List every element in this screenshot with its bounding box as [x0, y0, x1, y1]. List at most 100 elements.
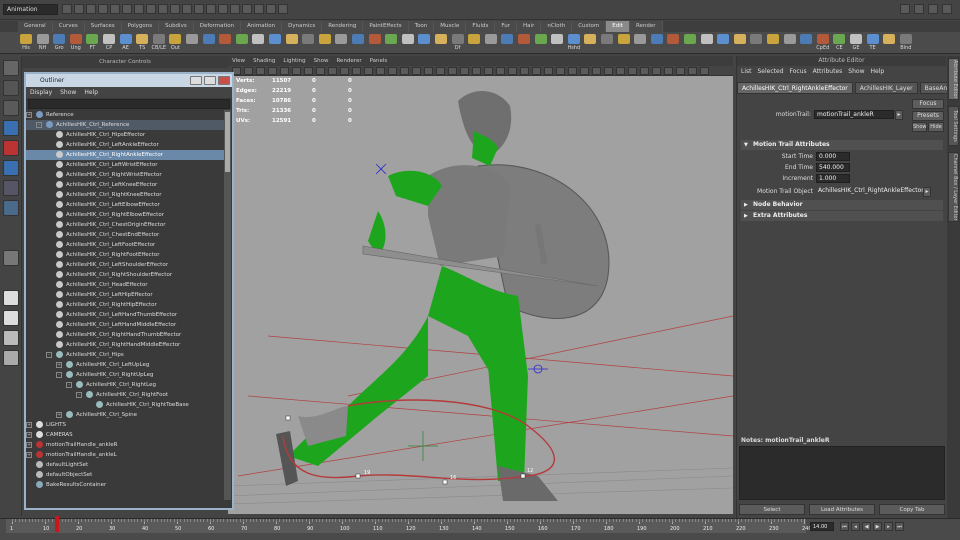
perspective-viewport[interactable]: 19 16 12 Verts: 11507 0 0 Edges: 22219 0 0 Faces…: [228, 76, 733, 514]
outliner-item[interactable]: + motionTrailHandle_ankleR: [26, 440, 224, 450]
outliner-item[interactable]: AchillesHIK_Ctrl_RightShoulderEffector: [26, 270, 224, 280]
expand-toggle-icon[interactable]: -: [66, 382, 72, 388]
viewport-tool-icon[interactable]: [580, 67, 589, 75]
shelf-button[interactable]: Hshd: [566, 34, 582, 53]
shelf-button[interactable]: [317, 34, 333, 53]
outliner-filter-field[interactable]: [28, 99, 230, 109]
outliner-item[interactable]: AchillesHIK_Ctrl_ChestOriginEffector: [26, 220, 224, 230]
time-ruler[interactable]: 1 10 20 30 40 50 60 70 80 90 100 110 120 130 140 150 160…: [6, 516, 812, 533]
viewport-tool-icon[interactable]: [628, 67, 637, 75]
viewport-tool-icon[interactable]: [508, 67, 517, 75]
status-line-icon[interactable]: [266, 4, 276, 14]
show-button[interactable]: Show: [912, 122, 927, 132]
shelf-button[interactable]: [798, 34, 814, 53]
viewport-tool-icon[interactable]: [292, 67, 301, 75]
shelf-button[interactable]: [632, 34, 648, 53]
tab-right-ankle-effector[interactable]: AchillesHIK_Ctrl_RightAnkleEffector: [737, 82, 853, 94]
viewport-tool-icon[interactable]: [424, 67, 433, 75]
menu-help[interactable]: Help: [870, 66, 884, 78]
outliner-item[interactable]: AchillesHIK_Ctrl_HipsEffector: [26, 130, 224, 140]
outliner-item[interactable]: AchillesHIK_Ctrl_RightHipEffector: [26, 300, 224, 310]
shelf-button[interactable]: [217, 34, 233, 53]
outliner-item[interactable]: AchillesHIK_Ctrl_LeftKneeEffector: [26, 180, 224, 190]
select-button[interactable]: Select: [739, 504, 805, 515]
shelf-button[interactable]: Out: [167, 34, 183, 53]
shelf-button[interactable]: [184, 34, 200, 53]
presets-button[interactable]: Presets: [912, 111, 944, 121]
viewport-tool-icon[interactable]: [616, 67, 625, 75]
viewport-tool-icon[interactable]: [472, 67, 481, 75]
go-to-start-icon[interactable]: ⏮: [840, 522, 849, 531]
viewport-tool-icon[interactable]: [412, 67, 421, 75]
current-time-indicator[interactable]: [54, 516, 59, 532]
shelf-tab-surfaces[interactable]: Surfaces: [84, 21, 122, 32]
rotate-tool-icon[interactable]: [3, 140, 19, 156]
viewport-tool-icon[interactable]: [604, 67, 613, 75]
shelf-button[interactable]: [466, 34, 482, 53]
shelf-tab-hair[interactable]: Hair: [517, 21, 542, 32]
shelf-button[interactable]: CpEd: [815, 34, 831, 53]
node-name-field[interactable]: motionTrail_ankleR: [814, 110, 894, 119]
menu-help[interactable]: Help: [84, 87, 98, 98]
last-tool-icon[interactable]: [3, 200, 19, 216]
shelf-button[interactable]: His: [18, 34, 34, 53]
shelf-button[interactable]: Df: [450, 34, 466, 53]
load-attributes-button[interactable]: Load Attributes: [809, 504, 875, 515]
close-button[interactable]: [218, 76, 230, 85]
expand-toggle-icon[interactable]: +: [26, 452, 32, 458]
viewport-tool-icon[interactable]: [256, 67, 265, 75]
viewport-menu-panels[interactable]: Panels: [370, 56, 388, 66]
shelf-button[interactable]: [649, 34, 665, 53]
viewport-tool-icon[interactable]: [328, 67, 337, 75]
shelf-tab-edit[interactable]: Edit: [606, 21, 630, 32]
menu-display[interactable]: Display: [30, 87, 52, 98]
viewport-tool-icon[interactable]: [520, 67, 529, 75]
expand-toggle-icon[interactable]: -: [46, 352, 52, 358]
select-node-icon[interactable]: ▸: [895, 110, 903, 120]
menu-selected[interactable]: Selected: [758, 66, 784, 78]
tab-hik-layer[interactable]: AchillesHIK_Layer: [854, 82, 918, 94]
shelf-button[interactable]: Blnd: [898, 34, 914, 53]
paint-select-tool-icon[interactable]: [3, 100, 19, 116]
status-line-icon[interactable]: [170, 4, 180, 14]
move-tool-icon[interactable]: [3, 120, 19, 136]
shelf-button[interactable]: [300, 34, 316, 53]
viewport-menu-renderer[interactable]: Renderer: [336, 56, 361, 66]
outliner-item[interactable]: AchillesHIK_Ctrl_RightKneeEffector: [26, 190, 224, 200]
outliner-item[interactable]: AchillesHIK_Ctrl_LeftWristEffector: [26, 160, 224, 170]
menu-set-dropdown[interactable]: Animation: [3, 4, 58, 15]
two-pane-layout-icon[interactable]: [3, 290, 19, 306]
shelf-tab-subdivs[interactable]: Subdivs: [159, 21, 194, 32]
current-frame-field[interactable]: 14.00: [810, 522, 834, 531]
maximize-button[interactable]: [204, 76, 216, 85]
outliner-scrollbar[interactable]: [224, 110, 231, 500]
outliner-item[interactable]: AchillesHIK_Ctrl_RightElbowEffector: [26, 210, 224, 220]
shelf-button[interactable]: TS: [134, 34, 150, 53]
status-line-icon[interactable]: [122, 4, 132, 14]
expand-toggle-icon[interactable]: +: [26, 112, 32, 118]
status-line-icon[interactable]: [242, 4, 252, 14]
play-forward-icon[interactable]: ▶: [873, 522, 882, 531]
shelf-tab-dynamics[interactable]: Dynamics: [282, 21, 323, 32]
viewport-tool-icon[interactable]: [568, 67, 577, 75]
shelf-tab-general[interactable]: General: [18, 21, 53, 32]
shelf-button[interactable]: [234, 34, 250, 53]
status-line-icon[interactable]: [134, 4, 144, 14]
step-forward-icon[interactable]: ▸: [884, 522, 893, 531]
status-line-icon[interactable]: [98, 4, 108, 14]
outliner-item[interactable]: AchillesHIK_Ctrl_LeftHandMiddleEffector: [26, 320, 224, 330]
outliner-item[interactable]: AchillesHIK_Ctrl_RightFootEffector: [26, 250, 224, 260]
shelf-tab-painteffects[interactable]: PaintEffects: [363, 21, 409, 32]
shelf-button[interactable]: [715, 34, 731, 53]
viewport-tool-icon[interactable]: [400, 67, 409, 75]
focus-button[interactable]: Focus: [912, 99, 944, 109]
viewport-tool-icon[interactable]: [448, 67, 457, 75]
shelf-button[interactable]: [284, 34, 300, 53]
outliner-item[interactable]: defaultObjectSet: [26, 470, 224, 480]
end-time-field[interactable]: 540.000: [816, 163, 850, 172]
shelf-button[interactable]: [665, 34, 681, 53]
go-to-end-icon[interactable]: ⏭: [895, 522, 904, 531]
viewport-tool-icon[interactable]: [700, 67, 709, 75]
shelf-button[interactable]: CP: [101, 34, 117, 53]
shelf-button[interactable]: [582, 34, 598, 53]
